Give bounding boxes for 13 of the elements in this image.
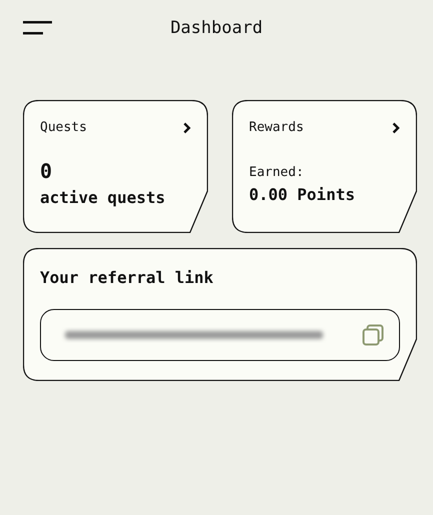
referral-link-field[interactable]	[40, 309, 400, 361]
card-title: Quests	[40, 120, 87, 135]
referral-title: Your referral link	[40, 268, 214, 287]
menu-icon[interactable]	[23, 21, 52, 35]
points-value: 0.00 Points	[249, 185, 356, 204]
quest-count: 0	[40, 159, 54, 183]
chevron-right-icon[interactable]	[392, 122, 400, 134]
quest-caption: active quests	[40, 188, 166, 207]
chevron-right-icon[interactable]	[183, 122, 191, 134]
card-title: Rewards	[249, 120, 304, 135]
earned-label: Earned:	[249, 165, 305, 180]
copy-icon[interactable]	[362, 324, 384, 346]
page-title: Dashboard	[170, 18, 263, 38]
